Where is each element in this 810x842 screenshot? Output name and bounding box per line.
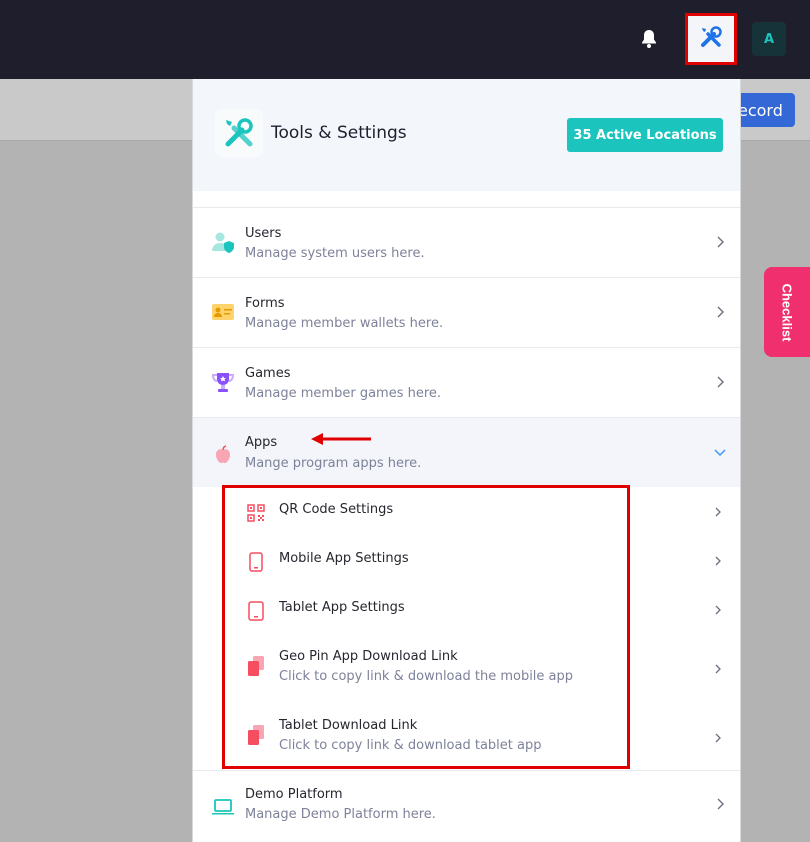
panel-title: Tools & Settings bbox=[271, 123, 407, 143]
chevron-right-icon bbox=[715, 733, 721, 743]
submenu-item-tablet-app[interactable]: Tablet App Settings bbox=[225, 586, 721, 632]
chevron-right-icon bbox=[715, 605, 721, 615]
chevron-down-icon bbox=[714, 449, 726, 457]
settings-item-demo-platform[interactable]: Demo Platform Manage Demo Platform here. bbox=[193, 770, 740, 842]
tools-settings-panel: Tools & Settings 35 Active Locations Use… bbox=[192, 79, 741, 842]
checklist-label: Checklist bbox=[779, 283, 795, 341]
checklist-tab[interactable]: Checklist bbox=[764, 267, 810, 357]
settings-item-desc: Manage member games here. bbox=[245, 386, 442, 401]
settings-item-title: Users bbox=[245, 226, 282, 241]
submenu-item-title: Mobile App Settings bbox=[279, 551, 409, 566]
qr-code-icon bbox=[245, 502, 267, 524]
settings-item-title: Forms bbox=[245, 296, 285, 311]
settings-item-title: Games bbox=[245, 366, 291, 381]
tablet-icon bbox=[245, 600, 267, 622]
submenu-item-desc: Click to copy link & download the mobile… bbox=[279, 669, 574, 684]
settings-item-title: Apps bbox=[245, 435, 278, 450]
submenu-item-title: Tablet Download Link bbox=[279, 718, 418, 733]
apps-submenu: QR Code Settings Mobile App Settings Tab… bbox=[222, 485, 721, 769]
settings-item-apps[interactable]: Apps Mange program apps here. bbox=[193, 417, 740, 487]
settings-item-desc: Manage Demo Platform here. bbox=[245, 807, 436, 822]
id-card-icon bbox=[211, 300, 235, 324]
annotation-arrow bbox=[311, 433, 371, 445]
chevron-right-icon bbox=[715, 507, 721, 517]
laptop-icon bbox=[211, 795, 235, 819]
chevron-right-icon bbox=[717, 306, 724, 318]
user-avatar[interactable]: A bbox=[752, 22, 786, 56]
submenu-item-mobile-app[interactable]: Mobile App Settings bbox=[225, 537, 721, 583]
copy-icon bbox=[245, 655, 267, 677]
chevron-right-icon bbox=[715, 556, 721, 566]
settings-item-users[interactable]: Users Manage system users here. bbox=[193, 207, 740, 277]
settings-item-desc: Manage system users here. bbox=[245, 246, 425, 261]
submenu-item-title: QR Code Settings bbox=[279, 502, 394, 517]
user-shield-icon bbox=[211, 230, 235, 254]
tools-icon bbox=[215, 109, 263, 157]
bell-icon[interactable] bbox=[638, 28, 660, 50]
settings-item-games[interactable]: Games Manage member games here. bbox=[193, 347, 740, 417]
settings-item-desc: Mange program apps here. bbox=[245, 456, 422, 471]
chevron-right-icon bbox=[717, 376, 724, 388]
submenu-item-title: Geo Pin App Download Link bbox=[279, 649, 458, 664]
copy-icon bbox=[245, 724, 267, 746]
panel-header: Tools & Settings 35 Active Locations bbox=[193, 79, 740, 191]
apple-icon bbox=[211, 443, 235, 467]
active-locations-badge[interactable]: 35 Active Locations bbox=[567, 118, 723, 152]
settings-item-title: Demo Platform bbox=[245, 787, 343, 802]
wrench-screwdriver-icon bbox=[699, 25, 723, 53]
submenu-item-desc: Click to copy link & download tablet app bbox=[279, 738, 542, 753]
top-navbar: A bbox=[0, 0, 810, 79]
settings-item-forms[interactable]: Forms Manage member wallets here. bbox=[193, 277, 740, 347]
chevron-right-icon bbox=[717, 798, 724, 810]
record-button[interactable]: ecord bbox=[735, 93, 795, 127]
settings-list: Users Manage system users here. Forms Ma… bbox=[193, 207, 740, 487]
submenu-item-qr-code[interactable]: QR Code Settings bbox=[225, 488, 721, 534]
submenu-item-title: Tablet App Settings bbox=[279, 600, 405, 615]
chevron-right-icon bbox=[715, 664, 721, 674]
settings-item-desc: Manage member wallets here. bbox=[245, 316, 444, 331]
chevron-right-icon bbox=[717, 236, 724, 248]
submenu-item-tablet-download[interactable]: Tablet Download Link Click to copy link … bbox=[225, 704, 721, 766]
tools-settings-button[interactable] bbox=[685, 13, 737, 65]
submenu-item-geo-pin-download[interactable]: Geo Pin App Download Link Click to copy … bbox=[225, 635, 721, 701]
trophy-icon bbox=[211, 370, 235, 394]
mobile-icon bbox=[245, 551, 267, 573]
